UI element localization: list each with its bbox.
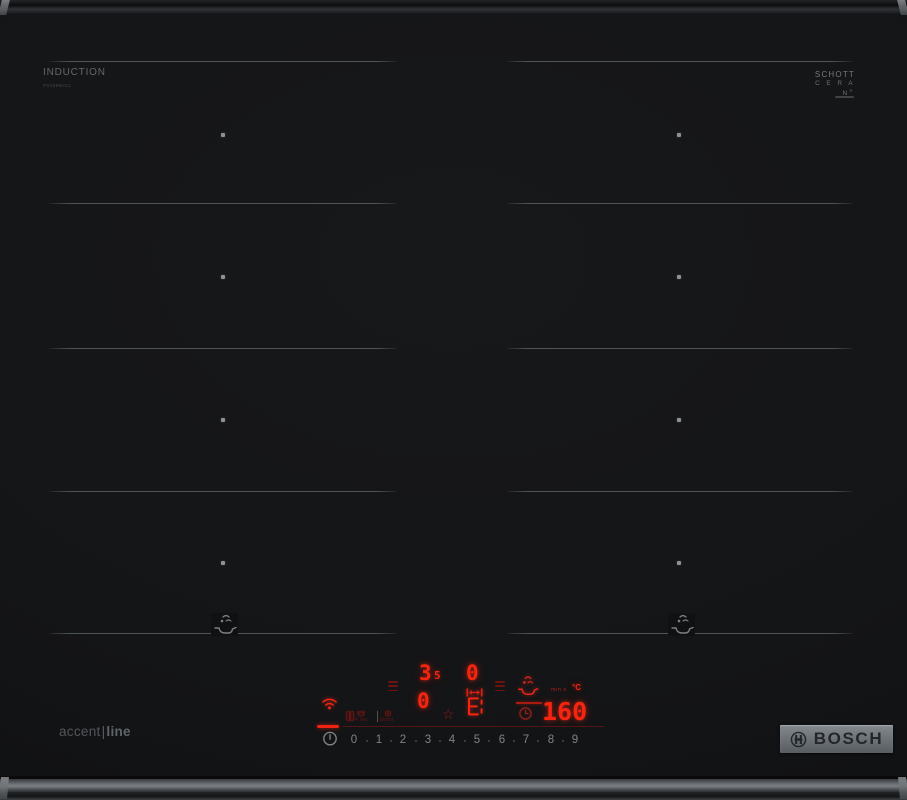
slider-level-6[interactable]: 6 (496, 735, 508, 747)
left-zone-half-step-display: 5 (434, 670, 441, 681)
cooking-zone-line (507, 491, 853, 492)
bottom-bezel-highlight (0, 779, 907, 792)
accentline-series-label: accent|line (59, 724, 131, 739)
slider-level-4[interactable]: 4 (446, 735, 458, 747)
induction-label: INDUCTION (43, 67, 106, 78)
accentline-bold: line (106, 724, 130, 739)
slider-level-0[interactable]: 0 (348, 735, 360, 747)
temperature-display[interactable]: 160 (542, 699, 587, 724)
induction-hob: INDUCTION PXX995HC1 SCHOTT C E R A N® ac… (0, 0, 907, 800)
zone-center-dot (221, 275, 225, 279)
zone-center-dot (677, 418, 681, 422)
slider-level-5[interactable]: 5 (471, 735, 483, 747)
cooking-zone-line (49, 348, 397, 349)
cooking-zone-line (507, 61, 853, 62)
left-zone-secondary-display[interactable]: 0 (417, 691, 430, 712)
bosch-armature-icon (790, 731, 807, 748)
boost-icon (384, 710, 392, 717)
cooking-zone-line (507, 348, 853, 349)
fry-sensor-icon (517, 675, 539, 698)
timer-clock-key[interactable] (518, 706, 533, 721)
slider-dot (390, 740, 392, 742)
childlock-label: 4 sec (355, 718, 368, 723)
model-number: PXX995HC1 (43, 83, 71, 88)
left-zone-power-display[interactable]: 3 (419, 663, 432, 684)
pan-size-arrows-icon (466, 688, 483, 697)
slider-level-9[interactable]: 9 (569, 735, 581, 747)
slider-level-1[interactable]: 1 (373, 735, 385, 747)
zone-select-right-icon (495, 681, 505, 694)
temp-unit-label: °C (572, 684, 581, 692)
zone-center-dot (677, 275, 681, 279)
slider-dot (415, 740, 417, 742)
registered-mark: ® (850, 88, 855, 93)
cooking-zone-line (49, 491, 397, 492)
slider-active-segment (317, 725, 339, 728)
slider-level-8[interactable]: 8 (545, 735, 557, 747)
bosch-logo-badge: BOSCH (780, 725, 893, 753)
boost-label: boost (380, 718, 393, 723)
zone-center-dot (221, 133, 225, 137)
cooking-zone-line (49, 203, 397, 204)
zone-center-dot (677, 561, 681, 565)
fry-sensor-underline (516, 702, 542, 704)
zone-center-dot (221, 561, 225, 565)
bottom-bezel-right-cap (898, 777, 907, 799)
top-bezel (0, 0, 907, 15)
zone-center-dot (221, 418, 225, 422)
schott-ceran-logo: SCHOTT C E R A N® (800, 70, 855, 98)
zone-select-left-icon (388, 681, 398, 694)
childlock-cells-icon (346, 711, 354, 721)
slider-dot (488, 740, 490, 742)
accentline-light: accent (59, 724, 101, 739)
slider-dot (439, 740, 441, 742)
schott-logo-line1: SCHOTT (800, 70, 855, 80)
pan-symbol-segment-icon (468, 697, 483, 716)
slider-level-7[interactable]: 7 (520, 735, 532, 747)
zone-center-dot (677, 133, 681, 137)
slider-dot (562, 740, 564, 742)
glass-surface (0, 15, 907, 776)
power-key[interactable] (322, 730, 338, 746)
slider-level-3[interactable]: 3 (422, 735, 434, 747)
slider-dot (366, 740, 368, 742)
legend-divider (377, 711, 378, 722)
pan-sensor-icon (668, 613, 695, 636)
slider-dot (464, 740, 466, 742)
slider-level-2[interactable]: 2 (397, 735, 409, 747)
cooking-zone-line (49, 61, 397, 62)
schott-ceran-subtext-blur (835, 96, 854, 98)
timer-unit-label: min s (551, 688, 567, 694)
pan-sensor-icon (211, 613, 238, 636)
slider-track-line (343, 726, 604, 727)
cooking-zone-line (507, 203, 853, 204)
bottom-bezel-lower (0, 792, 907, 800)
slider-dot (537, 740, 539, 742)
right-zone-power-display[interactable]: 0 (466, 663, 479, 684)
bosch-wordmark: BOSCH (814, 729, 883, 749)
favourite-star-key[interactable]: ☆ (442, 707, 455, 721)
slider-dot (513, 740, 515, 742)
wifi-icon (321, 696, 338, 710)
